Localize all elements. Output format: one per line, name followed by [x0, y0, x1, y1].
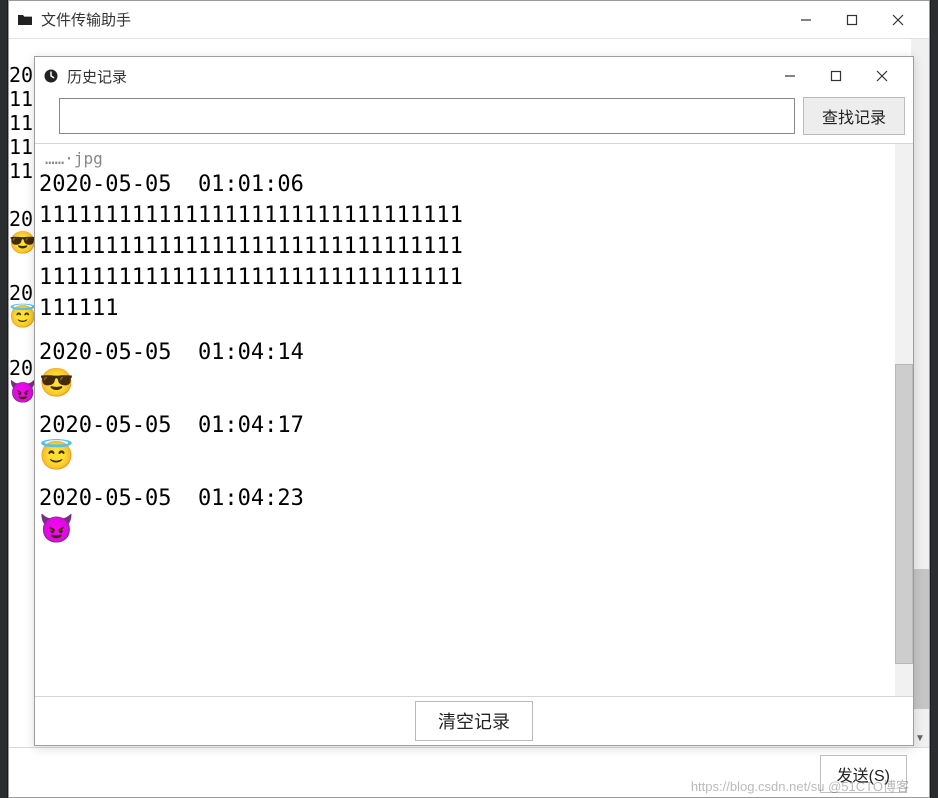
main-titlebar[interactable]: 文件传输助手 — [9, 1, 929, 39]
entry-timestamp: 2020-05-05 01:04:14 — [39, 338, 887, 369]
history-entry: 2020-05-05 01:04:17😇 — [39, 411, 887, 470]
entry-emoji: 😈 — [39, 515, 887, 543]
angel-face-icon: 😇 — [9, 305, 36, 330]
main-minimize-button[interactable] — [783, 4, 829, 36]
main-maximize-button[interactable] — [829, 4, 875, 36]
partial-entry-top: ……·jpg — [39, 148, 887, 170]
main-title: 文件传输助手 — [41, 9, 783, 30]
main-close-button[interactable] — [875, 4, 921, 36]
history-dialog: 历史记录 查找记录 ……·jpg 2020-05-05 01:01:061111… — [34, 56, 914, 746]
search-input[interactable] — [59, 98, 795, 134]
clock-icon — [43, 68, 59, 84]
entry-timestamp: 2020-05-05 01:04:23 — [39, 484, 887, 515]
send-bar: 发送(S) — [9, 747, 929, 797]
history-entry: 2020-05-05 01:04:14😎 — [39, 338, 887, 397]
history-close-button[interactable] — [859, 60, 905, 92]
history-maximize-button[interactable] — [813, 60, 859, 92]
history-scrollbar-thumb[interactable] — [895, 364, 913, 664]
history-titlebar[interactable]: 历史记录 — [35, 57, 913, 95]
entry-timestamp: 2020-05-05 01:04:17 — [39, 411, 887, 442]
history-scrollbar[interactable] — [895, 144, 913, 696]
history-minimize-button[interactable] — [767, 60, 813, 92]
search-button[interactable]: 查找记录 — [803, 97, 905, 135]
send-button[interactable]: 发送(S) — [820, 755, 907, 793]
history-body: ……·jpg 2020-05-05 01:01:0611111111111111… — [35, 144, 913, 697]
folder-icon — [17, 12, 33, 28]
entry-emoji: 😎 — [39, 369, 887, 397]
devil-face-icon: 😈 — [9, 380, 36, 405]
history-list[interactable]: ……·jpg 2020-05-05 01:01:0611111111111111… — [35, 144, 895, 696]
entry-timestamp: 2020-05-05 01:01:06 — [39, 170, 887, 201]
clear-history-button[interactable]: 清空记录 — [415, 701, 533, 741]
clear-bar: 清空记录 — [35, 697, 913, 745]
history-entry: 2020-05-05 01:04:23😈 — [39, 484, 887, 543]
cool-face-icon: 😎 — [9, 231, 36, 256]
search-row: 查找记录 — [35, 95, 913, 144]
history-title: 历史记录 — [67, 66, 767, 87]
history-entry: 2020-05-05 01:01:06111111111111111111111… — [39, 170, 887, 324]
entry-body: 1111111111111111111111111111111111111111… — [39, 201, 469, 324]
entry-emoji: 😇 — [39, 442, 887, 470]
